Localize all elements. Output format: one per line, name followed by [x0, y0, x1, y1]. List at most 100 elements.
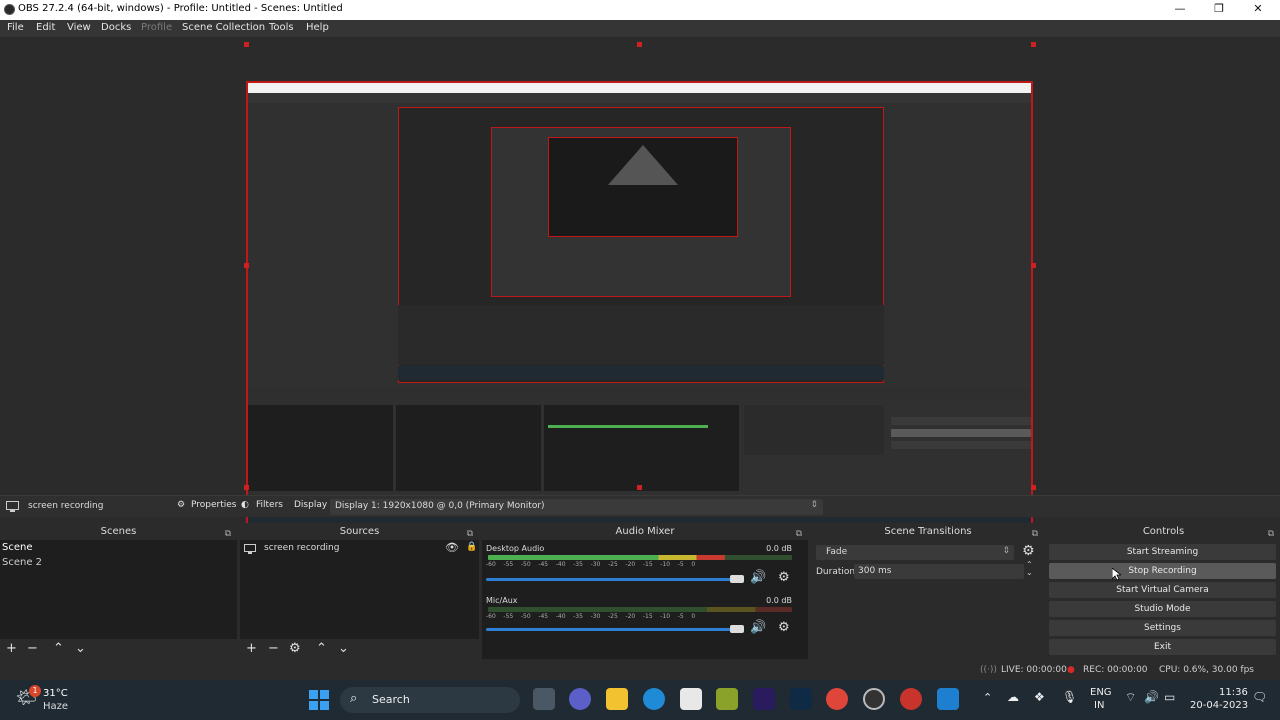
channel-db: 0.0 dB [766, 596, 792, 605]
obs-icon[interactable] [863, 688, 885, 710]
teams-chat-icon[interactable] [569, 688, 591, 710]
edge-icon[interactable] [643, 688, 665, 710]
language-bottom[interactable]: IN [1094, 700, 1104, 711]
premiere-pro-icon[interactable] [753, 688, 775, 710]
maximize-button[interactable]: ❐ [1209, 2, 1229, 15]
source-item-label[interactable]: screen recording [264, 543, 339, 553]
studio-mode-button[interactable]: Studio Mode [1049, 601, 1276, 617]
sources-dock: Sources ⧉ screen recording 👁 🔒 + − ⚙ ⌃ ⌄ [240, 523, 479, 659]
properties-button[interactable]: Properties [191, 500, 236, 510]
gear-icon[interactable]: ⚙ [1022, 543, 1035, 559]
filters-button[interactable]: Filters [256, 500, 283, 510]
resize-handle[interactable] [244, 42, 249, 47]
lock-icon[interactable]: 🔒 [466, 542, 477, 552]
volume-icon[interactable]: 🔊 [1144, 690, 1159, 704]
duration-label: Duration [816, 567, 856, 577]
transition-select-value: Fade [826, 547, 848, 557]
nested-titlebar [248, 83, 1031, 93]
notepad-plus-icon[interactable] [716, 688, 738, 710]
scene-item[interactable]: Scene [2, 542, 33, 553]
undock-icon[interactable]: ⧉ [1032, 526, 1038, 543]
close-button[interactable]: ✕ [1248, 2, 1268, 15]
menu-scene-collection[interactable]: Scene Collection [182, 22, 265, 33]
chrome-profile-icon[interactable] [900, 688, 922, 710]
gear-icon[interactable]: ⚙ [177, 500, 185, 510]
photoshop-icon[interactable] [790, 688, 812, 710]
volume-slider[interactable] [486, 578, 738, 581]
transition-select[interactable]: Fade ⇕ [816, 545, 1014, 560]
display-select[interactable]: Display 1: 1920x1080 @ 0,0 (Primary Moni… [330, 499, 823, 515]
resize-handle[interactable] [637, 42, 642, 47]
store-icon[interactable] [680, 688, 702, 710]
sources-list[interactable]: screen recording 👁 🔒 [240, 540, 479, 641]
vscode-icon[interactable] [937, 688, 959, 710]
clock-date[interactable]: 20-04-2023 [1190, 700, 1248, 711]
resize-handle[interactable] [1031, 263, 1036, 268]
menu-profile[interactable]: Profile [141, 22, 172, 33]
taskbar-search[interactable]: ⌕ Search [340, 687, 520, 713]
undock-icon[interactable]: ⧉ [1268, 526, 1274, 543]
notification-badge: 1 [29, 685, 41, 697]
gear-icon[interactable]: ⚙ [778, 570, 790, 585]
move-down-icon[interactable]: ⌄ [75, 641, 86, 656]
search-icon: ⌕ [350, 691, 358, 706]
menu-file[interactable]: File [7, 22, 24, 33]
menu-tools[interactable]: Tools [269, 22, 294, 33]
add-icon[interactable]: + [246, 641, 257, 656]
scenes-list[interactable]: Scene Scene 2 [0, 540, 237, 641]
nested-menubar [248, 93, 1031, 103]
gear-icon[interactable]: ⚙ [778, 620, 790, 635]
remove-icon[interactable]: − [27, 641, 38, 656]
visibility-eye-icon[interactable]: 👁 [445, 541, 459, 554]
duration-stepper-icon[interactable]: ⌃ ⌄ [1026, 561, 1033, 577]
stop-recording-button[interactable]: Stop Recording [1049, 563, 1276, 579]
menu-view[interactable]: View [67, 22, 91, 33]
add-icon[interactable]: + [6, 641, 17, 656]
wifi-icon[interactable]: ⌔ [1125, 690, 1136, 705]
battery-icon[interactable]: ▭ [1164, 690, 1175, 704]
scene-item[interactable]: Scene 2 [2, 557, 42, 568]
gear-icon[interactable]: ⚙ [289, 641, 301, 656]
filters-icon[interactable]: ◐ [241, 500, 249, 510]
preview-area[interactable] [0, 37, 1280, 526]
volume-slider[interactable] [486, 628, 738, 631]
settings-button[interactable]: Settings [1049, 620, 1276, 636]
menu-docks[interactable]: Docks [101, 22, 131, 33]
notifications-icon[interactable]: 🗨 [1252, 690, 1267, 704]
volume-slider-knob[interactable] [730, 625, 744, 633]
resize-handle[interactable] [1031, 485, 1036, 490]
resize-handle[interactable] [1031, 42, 1036, 47]
volume-slider-knob[interactable] [730, 575, 744, 583]
chrome-icon[interactable] [826, 688, 848, 710]
tray-chevron-icon[interactable]: ⌃ [983, 691, 992, 704]
menu-edit[interactable]: Edit [36, 22, 55, 33]
file-explorer-icon[interactable] [606, 688, 628, 710]
nested-transitions [744, 405, 884, 455]
duration-input[interactable]: 300 ms [854, 564, 1024, 579]
task-view-icon[interactable] [533, 688, 555, 710]
move-down-icon[interactable]: ⌄ [338, 641, 349, 656]
move-up-icon[interactable]: ⌃ [316, 641, 327, 656]
speaker-icon[interactable]: 🔊 [750, 620, 766, 635]
resize-handle[interactable] [244, 485, 249, 490]
preview-canvas[interactable] [246, 81, 1033, 526]
microphone-icon[interactable]: 🎙 [1062, 690, 1077, 704]
menu-help[interactable]: Help [306, 22, 329, 33]
speaker-icon[interactable]: 🔊 [750, 570, 766, 585]
start-virtual-camera-button[interactable]: Start Virtual Camera [1049, 582, 1276, 598]
clock-time[interactable]: 11:36 [1219, 687, 1248, 698]
exit-button[interactable]: Exit [1049, 639, 1276, 655]
selected-source-name: screen recording [28, 501, 104, 511]
resize-handle[interactable] [637, 485, 642, 490]
onedrive-icon[interactable]: ☁ [1007, 690, 1019, 704]
windows-start-icon[interactable] [309, 690, 329, 710]
dropbox-icon[interactable]: ❖ [1034, 690, 1045, 704]
docks-area: Scenes ⧉ Scene Scene 2 + − ⌃ ⌄ Sources ⧉ s… [0, 523, 1280, 659]
language-top[interactable]: ENG [1090, 687, 1112, 698]
minimize-button[interactable]: — [1170, 2, 1190, 15]
start-streaming-button[interactable]: Start Streaming [1049, 544, 1276, 560]
move-up-icon[interactable]: ⌃ [53, 641, 64, 656]
controls-title: Controls [1142, 526, 1185, 537]
resize-handle[interactable] [244, 263, 249, 268]
remove-icon[interactable]: − [268, 641, 279, 656]
